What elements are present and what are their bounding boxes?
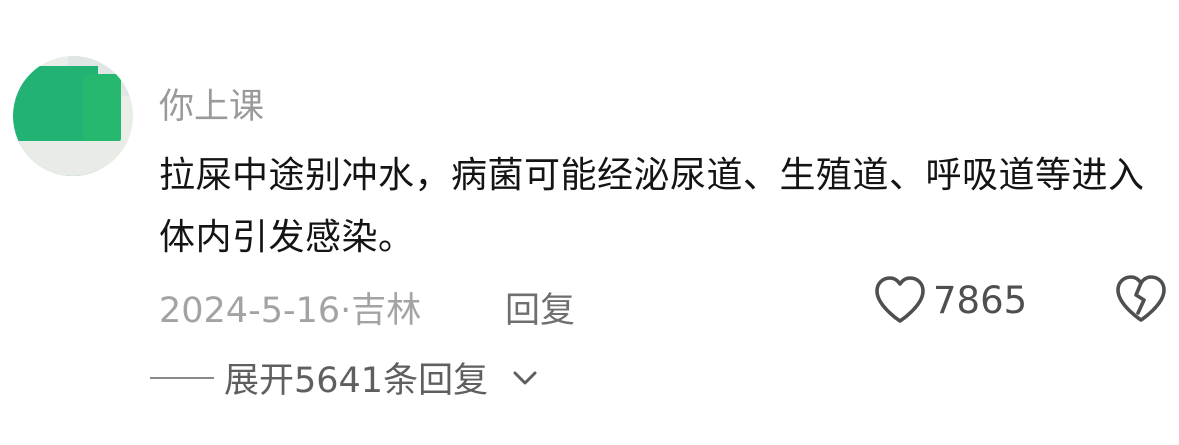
reply-button[interactable]: 回复 [505,282,575,333]
like-count: 7865 [933,278,1028,322]
expand-divider [150,376,214,379]
expand-replies-label: 展开5641条回复 [224,361,489,401]
broken-heart-icon [1116,275,1166,322]
avatar[interactable] [13,56,133,176]
heart-outline-icon [875,276,925,323]
comment-username[interactable]: 你上课 [159,78,264,129]
chevron-down-icon [513,371,537,384]
dislike-button[interactable] [1114,273,1168,329]
comment-text: 拉屎中途别冲水，病菌可能经泌尿道、生殖道、呼吸道等进入体内引发感染。 [159,155,1145,258]
expand-replies[interactable]: 展开5641条回复 [150,352,538,403]
avatar-image-part [83,74,121,144]
avatar-image-part [13,141,133,176]
comment-date-location: 2024-5-16·吉林 [159,291,422,331]
like-button[interactable]: 7865 [873,275,1027,325]
